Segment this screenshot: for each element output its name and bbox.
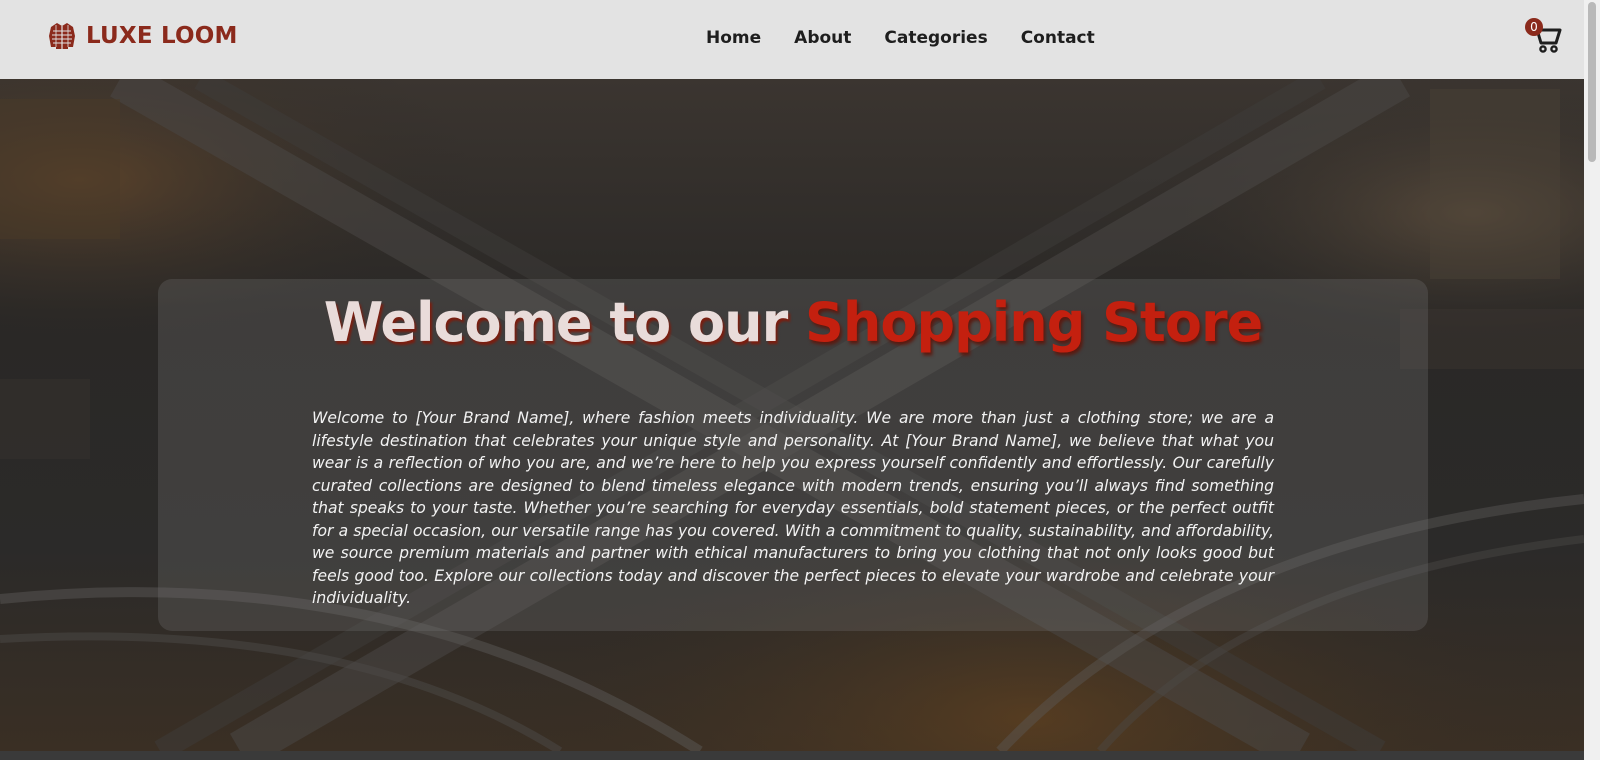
cart-count-badge: 0 — [1525, 18, 1543, 36]
vertical-scrollbar-thumb[interactable] — [1588, 2, 1596, 162]
brand-name: LUXE LOOM — [86, 23, 238, 49]
headline-welcome-text: Welcome to our — [323, 291, 806, 354]
vertical-scrollbar[interactable] — [1584, 0, 1600, 760]
welcome-panel: Welcome to our Shopping Store Welcome to… — [158, 279, 1428, 631]
headline-shopping-store-text: Shopping Store — [805, 291, 1263, 354]
hero-headline: Welcome to our Shopping Store — [158, 291, 1428, 354]
jacket-icon — [49, 23, 75, 49]
horizontal-scrollbar[interactable] — [0, 751, 1584, 760]
nav-about-link[interactable]: About — [794, 28, 851, 48]
nav-home-link[interactable]: Home — [706, 28, 761, 48]
brand-logo-link[interactable]: LUXE LOOM — [46, 18, 238, 54]
cart-button[interactable]: 0 — [1525, 18, 1565, 58]
site-header: LUXE LOOM Home About Categories Contact … — [0, 0, 1584, 79]
nav-contact-link[interactable]: Contact — [1021, 28, 1095, 48]
hero-section: Welcome to our Shopping Store Welcome to… — [0, 79, 1584, 751]
hero-intro-paragraph: Welcome to [Your Brand Name], where fash… — [312, 409, 1274, 607]
nav-categories-link[interactable]: Categories — [884, 28, 987, 48]
main-nav: Home About Categories Contact — [706, 28, 1128, 48]
